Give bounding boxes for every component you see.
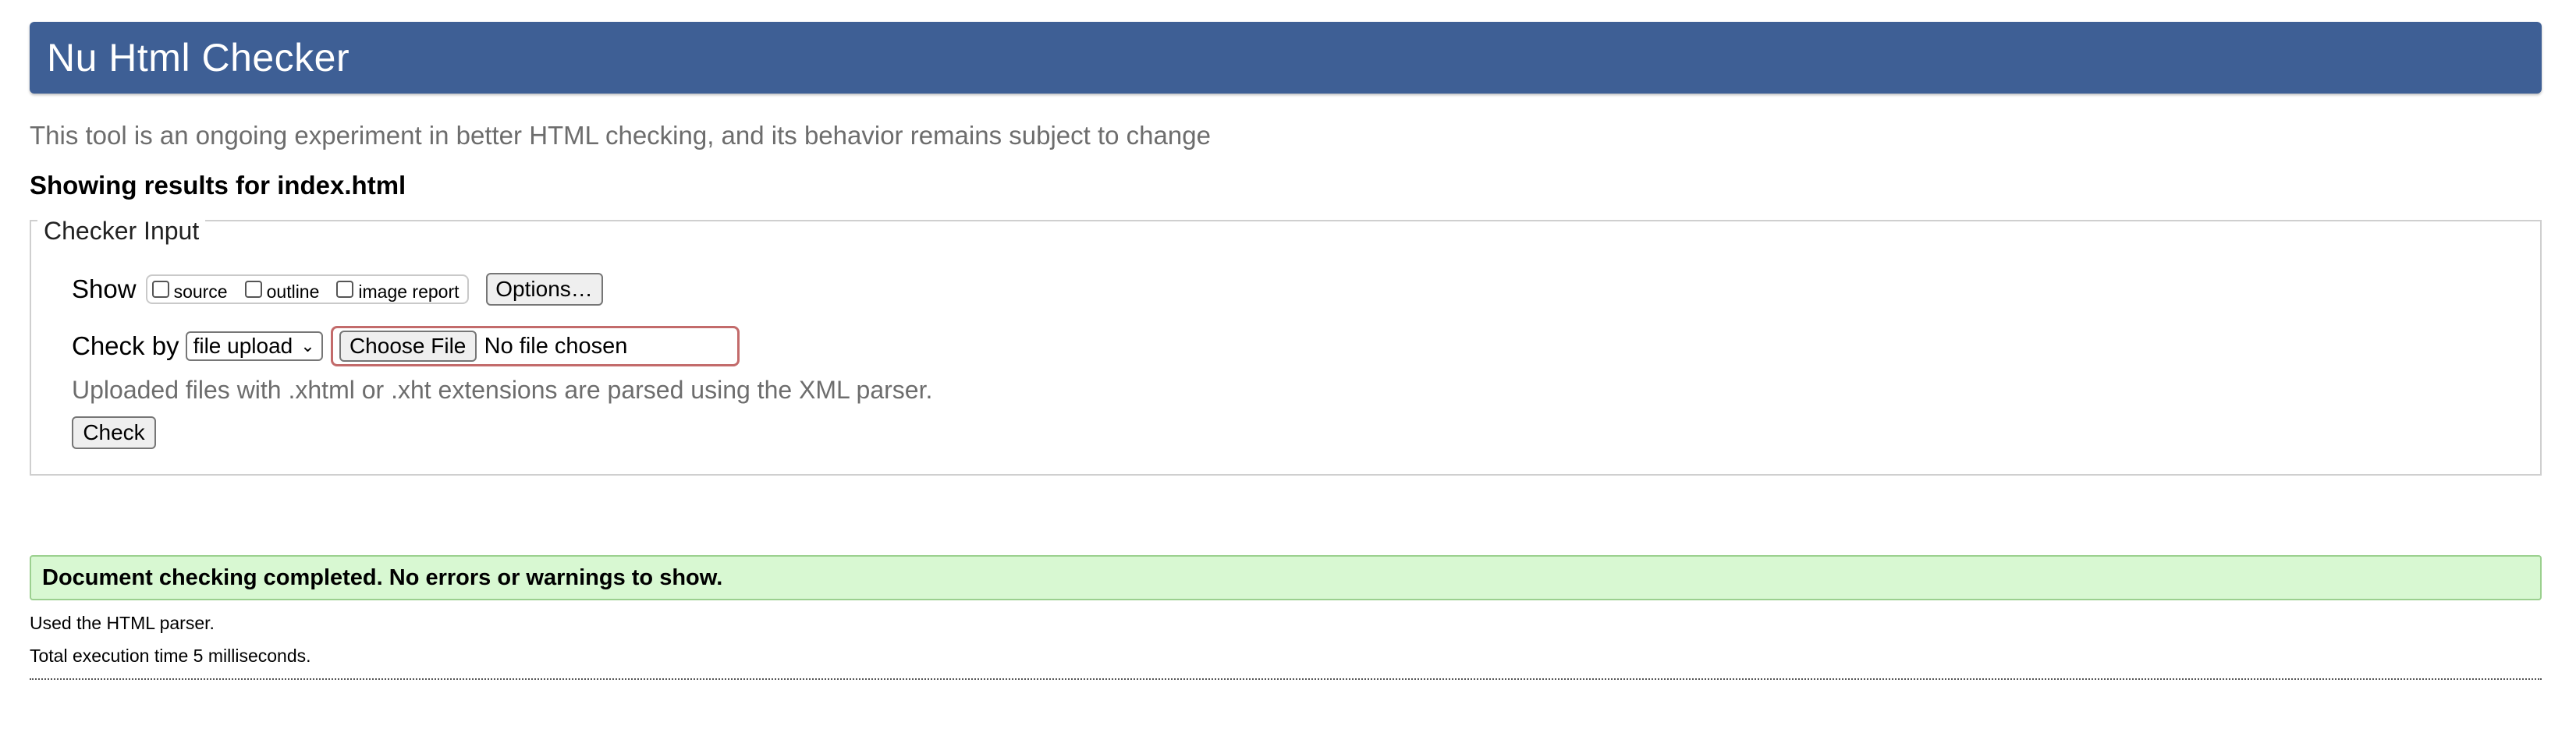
image-report-checkbox[interactable] [336,281,354,298]
checker-input-legend: Checker Input [37,217,206,246]
check-button[interactable]: Check [72,416,156,449]
show-options-group: source outline image report [145,274,469,304]
parser-note: Used the HTML parser. [30,613,215,633]
header-bar: Nu Html Checker [30,22,2542,94]
source-checkbox[interactable] [151,281,169,298]
show-source-option[interactable]: source [151,277,228,303]
check-by-label: Check by [72,331,179,360]
check-by-selected-value: file upload [193,334,293,358]
show-label: Show [72,274,137,303]
check-by-select[interactable]: file upload ⌄ [185,331,323,361]
show-image-report-option[interactable]: image report [336,277,459,303]
outline-label: outline [266,281,320,302]
upload-note: Uploaded files with .xhtml or .xht exten… [72,376,933,404]
options-button[interactable]: Options… [485,273,603,306]
source-label: source [173,281,228,302]
show-row: Show source outline image report Options… [72,273,603,306]
execution-time: Total execution time 5 milliseconds. [30,646,311,666]
file-upload-input[interactable]: Choose File No file chosen [330,326,740,366]
file-status-text: No file chosen [484,333,628,359]
chevron-down-icon: ⌄ [300,336,315,356]
check-by-row: Check by file upload ⌄ Choose File No fi… [72,326,740,366]
show-outline-option[interactable]: outline [244,277,320,303]
outline-checkbox[interactable] [244,281,262,298]
choose-file-button[interactable]: Choose File [339,331,477,362]
divider [30,678,2542,680]
results-heading: Showing results for index.html [30,171,406,200]
page-title: Nu Html Checker [47,36,350,80]
intro-text: This tool is an ongoing experiment in be… [30,121,1211,150]
success-message: Document checking completed. No errors o… [30,555,2542,600]
image-report-label: image report [358,281,459,302]
